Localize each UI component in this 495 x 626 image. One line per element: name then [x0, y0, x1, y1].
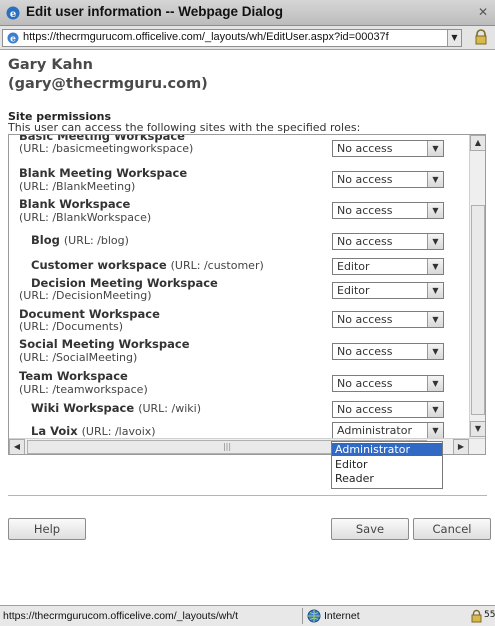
- address-bar: e https://thecrmgurucom.officelive.com/_…: [0, 26, 495, 50]
- cancel-button[interactable]: Cancel: [413, 518, 491, 540]
- role-select[interactable]: Editor ▼: [332, 258, 444, 275]
- role-value: No access: [337, 313, 393, 326]
- role-select[interactable]: No access ▼: [332, 140, 444, 157]
- scroll-up-icon[interactable]: ▲: [470, 135, 485, 151]
- role-select[interactable]: No access ▼: [332, 375, 444, 392]
- chevron-down-icon[interactable]: ▼: [427, 172, 443, 187]
- divider: [302, 608, 303, 624]
- site-name-text: Wiki Workspace: [31, 401, 135, 415]
- vertical-scrollbar[interactable]: ▲ ▼: [469, 135, 485, 438]
- scroll-left-icon[interactable]: ◀: [9, 439, 25, 454]
- role-select[interactable]: Administrator ▼: [332, 422, 444, 439]
- lock-icon: [471, 609, 482, 623]
- svg-text:e: e: [10, 35, 16, 45]
- site-url: (URL: /wiki): [138, 402, 201, 415]
- role-select[interactable]: No access ▼: [332, 233, 444, 250]
- role-value: No access: [337, 173, 393, 186]
- role-value: No access: [337, 403, 393, 416]
- role-value: Editor: [337, 284, 370, 297]
- site-name: Blank Workspace: [19, 197, 131, 211]
- role-value: No access: [337, 142, 393, 155]
- page-icon: e: [7, 32, 19, 45]
- site-permissions-list[interactable]: Basic Meeting Workspace (URL: /basicmeet…: [8, 134, 486, 455]
- site-url: (URL: /SocialMeeting): [19, 351, 138, 364]
- url-text: https://thecrmgurucom.officelive.com/_la…: [23, 31, 389, 43]
- url-dropdown-icon[interactable]: ▼: [447, 30, 461, 46]
- site-name: Blank Meeting Workspace: [19, 166, 188, 180]
- chevron-down-icon[interactable]: ▼: [427, 402, 443, 417]
- site-name: Blog (URL: /blog): [31, 233, 129, 247]
- role-select[interactable]: No access ▼: [332, 401, 444, 418]
- site-name: Social Meeting Workspace: [19, 337, 190, 351]
- window-titlebar: e Edit user information -- Webpage Dialo…: [0, 0, 495, 26]
- role-dropdown-list[interactable]: Administrator Editor Reader: [331, 441, 443, 489]
- role-select[interactable]: No access ▼: [332, 311, 444, 328]
- lock-icon: [475, 29, 487, 45]
- security-zone: Internet: [324, 610, 360, 622]
- role-value: No access: [337, 204, 393, 217]
- site-url: (URL: /basicmeetingworkspace): [19, 142, 194, 155]
- site-url: (URL: /teamworkspace): [19, 383, 148, 396]
- chevron-down-icon[interactable]: ▼: [427, 423, 443, 438]
- scrollbar-thumb[interactable]: [471, 205, 485, 415]
- role-value: Editor: [337, 260, 370, 273]
- role-select[interactable]: No access ▼: [332, 343, 444, 360]
- chevron-down-icon[interactable]: ▼: [427, 344, 443, 359]
- chevron-down-icon[interactable]: ▼: [427, 141, 443, 156]
- zoom-level: 55: [484, 610, 495, 620]
- site-url: (URL: /BlankMeeting): [19, 180, 136, 193]
- divider: [8, 495, 487, 496]
- status-url: https://thecrmgurucom.officelive.com/_la…: [3, 610, 238, 622]
- site-url: (URL: /customer): [170, 259, 264, 272]
- site-name: Team Workspace: [19, 369, 128, 383]
- save-button[interactable]: Save: [331, 518, 409, 540]
- chevron-down-icon[interactable]: ▼: [427, 234, 443, 249]
- role-select[interactable]: No access ▼: [332, 171, 444, 188]
- chevron-down-icon[interactable]: ▼: [427, 312, 443, 327]
- site-name: La Voix (URL: /lavoix): [31, 424, 156, 438]
- chevron-down-icon[interactable]: ▼: [427, 376, 443, 391]
- site-url: (URL: /Documents): [19, 320, 124, 333]
- user-name: Gary Kahn: [8, 57, 94, 73]
- globe-icon: [307, 609, 321, 623]
- dropdown-option-editor[interactable]: Editor: [332, 458, 442, 471]
- site-name-text: La Voix: [31, 424, 78, 438]
- help-button[interactable]: Help: [8, 518, 86, 540]
- role-value: No access: [337, 345, 393, 358]
- site-name: Decision Meeting Workspace: [31, 276, 218, 290]
- site-url: (URL: /BlankWorkspace): [19, 211, 152, 224]
- site-name-text: Customer workspace: [31, 258, 167, 272]
- ie-icon: e: [6, 6, 20, 20]
- dropdown-option-reader[interactable]: Reader: [332, 472, 442, 485]
- window-title: Edit user information -- Webpage Dialog: [26, 4, 284, 19]
- site-url: (URL: /DecisionMeeting): [19, 289, 152, 302]
- role-value: Administrator: [337, 424, 412, 437]
- svg-text:e: e: [10, 9, 16, 20]
- dropdown-option-administrator[interactable]: Administrator: [332, 443, 442, 456]
- role-select[interactable]: No access ▼: [332, 202, 444, 219]
- role-value: No access: [337, 377, 393, 390]
- user-heading: Gary Kahn (gary@thecrmguru.com): [8, 56, 208, 94]
- site-url: (URL: /lavoix): [81, 425, 156, 438]
- close-icon[interactable]: ✕: [475, 4, 491, 20]
- site-name: Customer workspace (URL: /customer): [31, 258, 264, 272]
- chevron-down-icon[interactable]: ▼: [427, 259, 443, 274]
- role-value: No access: [337, 235, 393, 248]
- status-bar: https://thecrmgurucom.officelive.com/_la…: [0, 605, 495, 626]
- section-description: This user can access the following sites…: [8, 121, 361, 134]
- site-name-text: Blog: [31, 233, 60, 247]
- chevron-down-icon[interactable]: ▼: [427, 283, 443, 298]
- site-name: Wiki Workspace (URL: /wiki): [31, 401, 201, 415]
- scroll-down-icon[interactable]: ▼: [470, 421, 485, 437]
- chevron-down-icon[interactable]: ▼: [427, 203, 443, 218]
- role-select[interactable]: Editor ▼: [332, 282, 444, 299]
- site-name: Document Workspace: [19, 307, 160, 321]
- url-field[interactable]: e https://thecrmgurucom.officelive.com/_…: [2, 29, 462, 47]
- site-url: (URL: /blog): [63, 234, 129, 247]
- user-email: (gary@thecrmguru.com): [8, 76, 208, 92]
- scroll-right-icon[interactable]: ▶: [453, 439, 469, 454]
